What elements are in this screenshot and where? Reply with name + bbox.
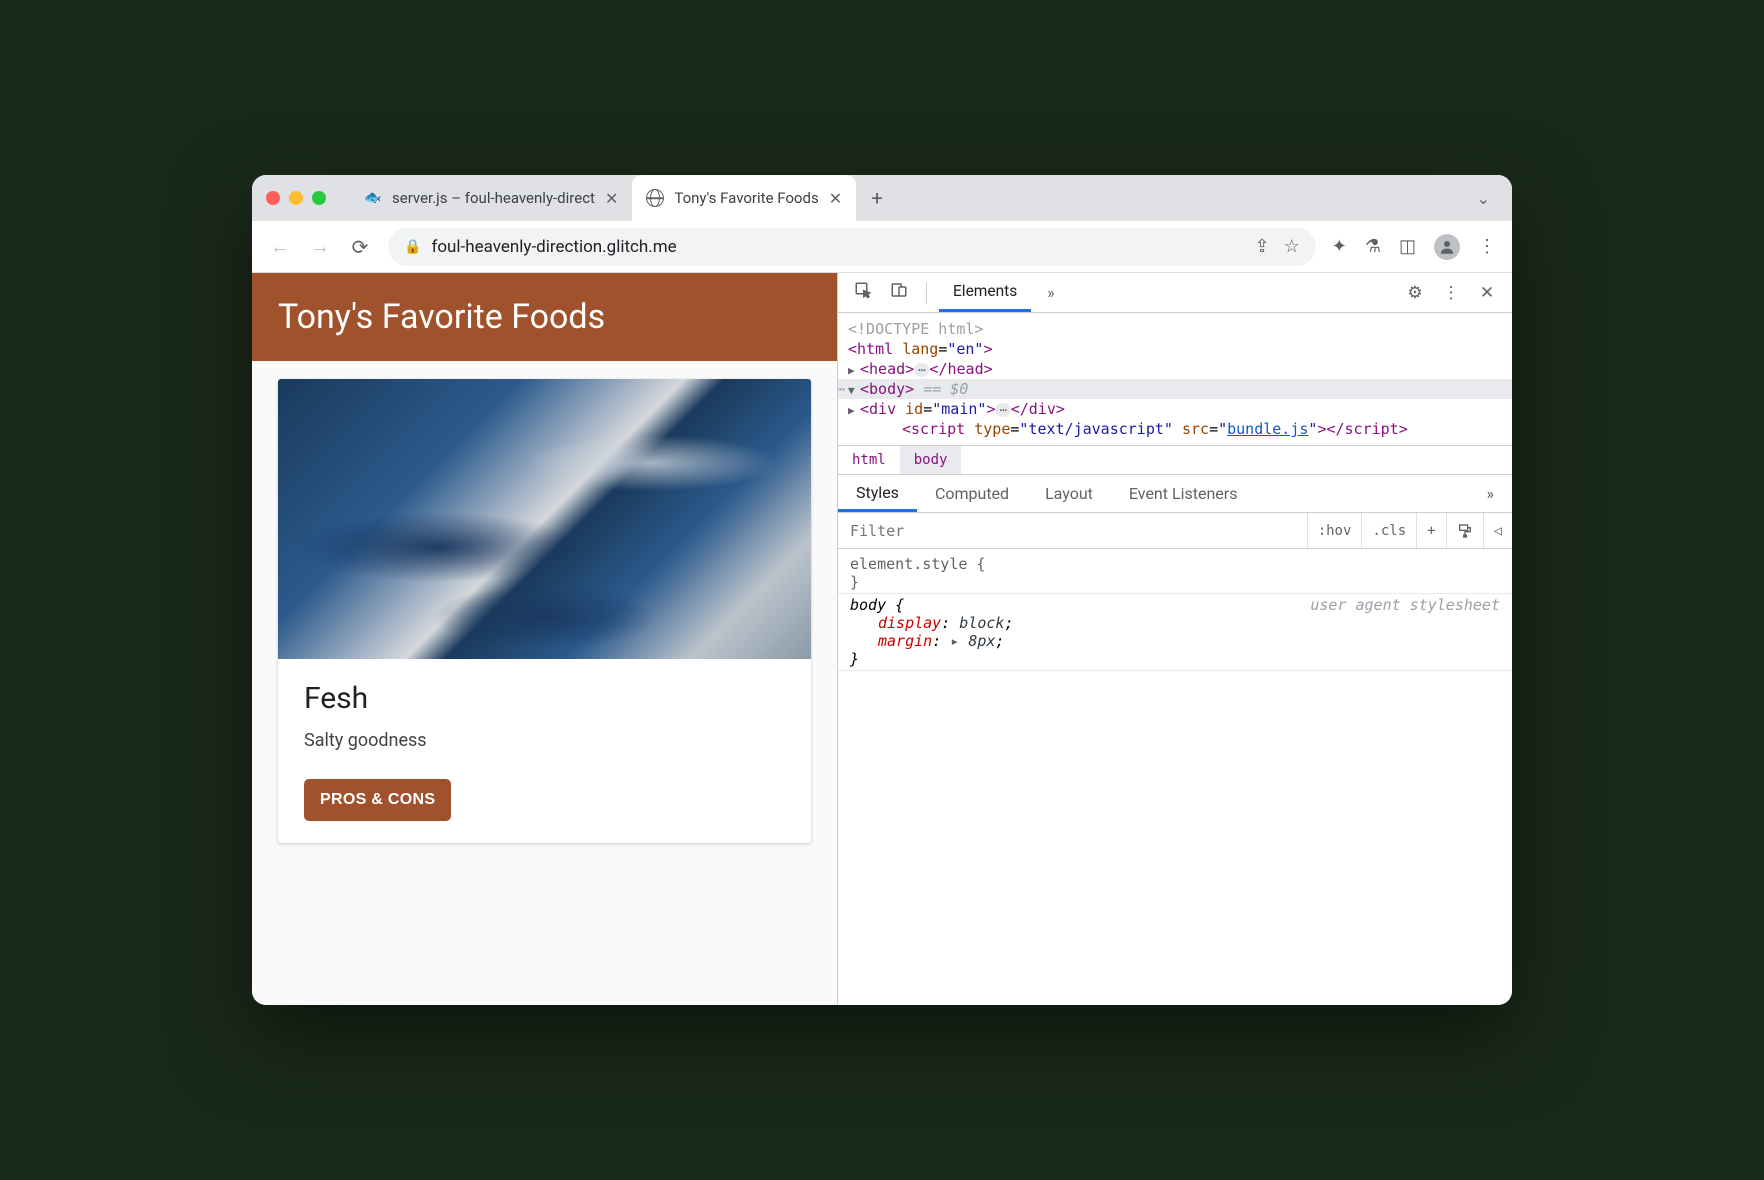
profile-avatar[interactable] [1434,234,1460,260]
forward-button[interactable]: → [308,234,332,259]
close-tab-icon[interactable]: ✕ [605,189,618,208]
maximize-window-button[interactable] [312,191,326,205]
tab-title: Tony's Favorite Foods [674,189,818,207]
rule-close: } [850,573,1500,591]
breadcrumb-body[interactable]: body [900,446,962,474]
lock-icon: 🔒 [404,239,421,255]
tab-layout[interactable]: Layout [1027,475,1111,512]
close-devtools-icon[interactable]: ✕ [1472,283,1502,303]
browser-toolbar: ✦ ⚗ ◫ ⋮ [1332,234,1496,260]
dom-breadcrumb: html body [838,445,1512,475]
cls-toggle[interactable]: .cls [1361,513,1416,548]
close-window-button[interactable] [266,191,280,205]
pros-cons-button[interactable]: PROS & CONS [304,779,451,821]
hov-toggle[interactable]: :hov [1307,513,1362,548]
close-tab-icon[interactable]: ✕ [829,189,842,208]
doctype-node: <!DOCTYPE html> [848,320,983,338]
prop-value: 8px [968,632,995,650]
devtools-tab-bar: Elements » ⚙ ⋮ ✕ [838,273,1512,313]
tab-inactive[interactable]: 🐟 server.js – foul-heavenly-direct ✕ [350,175,632,221]
rule-source: user agent stylesheet [1310,596,1500,614]
expand-caret-icon[interactable] [848,400,860,418]
rule-element-style: element.style { [850,555,1500,573]
labs-icon[interactable]: ⚗ [1365,236,1381,257]
css-rules[interactable]: element.style { } body { user agent styl… [838,549,1512,1005]
page-header: Tony's Favorite Foods [252,273,837,361]
menu-icon[interactable]: ⋮ [1478,236,1496,257]
expand-caret-icon[interactable] [848,360,860,378]
kebab-menu-icon[interactable]: ⋮ [1436,283,1466,303]
url-input[interactable]: 🔒 foul-heavenly-direction.glitch.me ⇪ ☆ [388,228,1316,266]
tab-elements[interactable]: Elements [939,273,1031,312]
share-icon[interactable]: ⇪ [1255,236,1270,257]
prop-name: display [878,614,941,632]
rule-selector: body { [850,596,904,614]
prop-name: margin [878,632,932,650]
tab-title: server.js – foul-heavenly-direct [392,189,595,207]
page-viewport: Tony's Favorite Foods Fesh Salty goodnes… [252,273,837,1005]
reload-button[interactable]: ⟳ [348,235,372,259]
browser-window: 🐟 server.js – foul-heavenly-direct ✕ Ton… [252,175,1512,1005]
tab-event-listeners[interactable]: Event Listeners [1111,475,1256,512]
traffic-lights [266,191,326,205]
extensions-icon[interactable]: ✦ [1332,236,1347,257]
styles-filter-bar: :hov .cls + ◁ [838,513,1512,549]
more-tabs-icon[interactable]: » [1469,475,1513,512]
settings-icon[interactable]: ⚙ [1400,283,1430,303]
tab-active[interactable]: Tony's Favorite Foods ✕ [632,175,856,221]
tab-computed[interactable]: Computed [917,475,1027,512]
tab-bar: 🐟 server.js – foul-heavenly-direct ✕ Ton… [252,175,1512,221]
script-src-link[interactable]: bundle.js [1227,420,1308,438]
bookmark-icon[interactable]: ☆ [1284,236,1300,257]
dom-tree[interactable]: <!DOCTYPE html> <html lang="en"> <head>⋯… [838,313,1512,445]
favicon-icon: 🐟 [364,189,382,207]
address-bar: ← → ⟳ 🔒 foul-heavenly-direction.glitch.m… [252,221,1512,273]
devtools-panel: Elements » ⚙ ⋮ ✕ <!DOCTYPE html> <html l… [837,273,1512,1005]
breadcrumb-html[interactable]: html [838,446,900,474]
globe-icon [646,189,664,207]
sidepanel-icon[interactable]: ◫ [1399,236,1416,257]
food-card: Fesh Salty goodness PROS & CONS [278,379,811,843]
inspect-icon[interactable] [848,281,878,304]
url-text: foul-heavenly-direction.glitch.me [431,237,676,257]
back-button[interactable]: ← [268,234,292,259]
device-toggle-icon[interactable] [884,281,914,304]
new-style-rule-icon[interactable]: + [1416,513,1445,548]
dom-node-body[interactable]: <body> == $0 [838,379,1512,399]
collapsed-icon[interactable]: ⋯ [914,363,929,377]
tabs-dropdown-icon[interactable]: ⌄ [1467,183,1500,214]
computed-toggle-icon[interactable]: ◁ [1483,513,1512,548]
prop-value: block [959,614,1004,632]
styles-filter-input[interactable] [838,522,1307,540]
paint-icon[interactable] [1446,513,1483,548]
card-image [278,379,811,659]
minimize-window-button[interactable] [289,191,303,205]
card-title: Fesh [304,681,785,716]
collapse-caret-icon[interactable] [848,380,860,398]
tab-styles[interactable]: Styles [838,475,917,512]
styles-tab-bar: Styles Computed Layout Event Listeners » [838,475,1512,513]
collapsed-icon[interactable]: ⋯ [995,403,1010,417]
selected-marker: == $0 [914,380,968,398]
new-tab-button[interactable]: + [862,183,892,213]
card-subtitle: Salty goodness [304,730,785,751]
rule-close: } [850,650,1500,668]
more-tabs-icon[interactable]: » [1037,284,1064,302]
